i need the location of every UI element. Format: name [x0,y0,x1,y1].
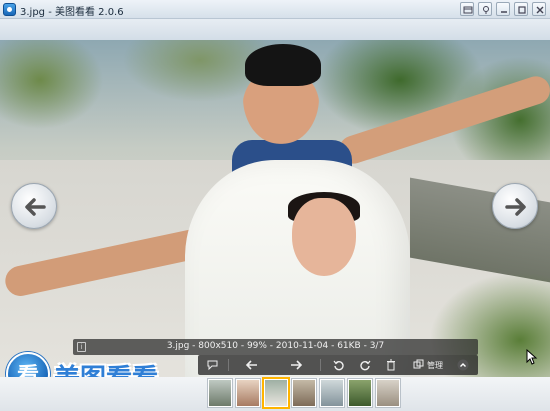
thumbnail-7[interactable] [376,379,400,407]
pin-icon [483,6,489,14]
title-bar: 3.jpg - 美图看看 2.0.6 [0,0,550,19]
thumbnail-3[interactable] [264,379,288,407]
rotate-right-button[interactable] [356,357,374,373]
close-icon [536,6,544,14]
minimize-icon [501,11,507,13]
close-button[interactable] [532,2,546,16]
previous-image-button[interactable] [11,183,57,229]
bottom-toolbar: 管理 [198,355,478,375]
mouse-cursor-icon [526,349,538,365]
next-button[interactable] [286,357,306,373]
thumbnail-6[interactable] [348,379,372,407]
fullscreen-icon [463,6,473,14]
fullscreen-button[interactable] [460,2,474,16]
top-strip [0,19,550,40]
app-icon [3,3,16,16]
thumbnail-5[interactable] [320,379,344,407]
annotate-button[interactable] [204,357,222,373]
maximize-button[interactable] [514,2,528,16]
photo-girl-face [292,198,356,276]
manage-label: 管理 [427,360,443,370]
arrow-left-icon [25,198,46,216]
rotate-left-button[interactable] [330,357,348,373]
arrow-left-icon [245,360,257,370]
folder-manage-icon [413,359,424,369]
rotate-right-icon [360,360,371,371]
chevron-up-icon [457,359,469,371]
thumbnail-2[interactable] [236,379,260,407]
rotate-left-icon [333,360,344,371]
trash-icon [387,359,395,371]
next-image-button[interactable] [492,183,538,229]
window-title: 3.jpg - 美图看看 2.0.6 [20,7,124,18]
thumbnail-4[interactable] [292,379,316,407]
delete-button[interactable] [382,357,400,373]
annotate-icon [207,360,218,371]
arrow-right-icon [505,198,526,216]
toolbar-separator [228,359,229,371]
maximize-icon [518,6,526,14]
photo-boy-hair [245,44,321,86]
thumbnail-strip [0,377,550,411]
thumbnail-1[interactable] [208,379,232,407]
collapse-toolbar-button[interactable] [454,357,472,373]
manage-button[interactable]: 管理 [408,357,448,373]
minimize-button[interactable] [496,2,510,16]
arrow-right-icon [291,360,303,370]
window-controls [460,2,546,16]
previous-button[interactable] [242,357,262,373]
toolbar-separator [320,359,321,371]
pin-button[interactable] [478,2,492,16]
